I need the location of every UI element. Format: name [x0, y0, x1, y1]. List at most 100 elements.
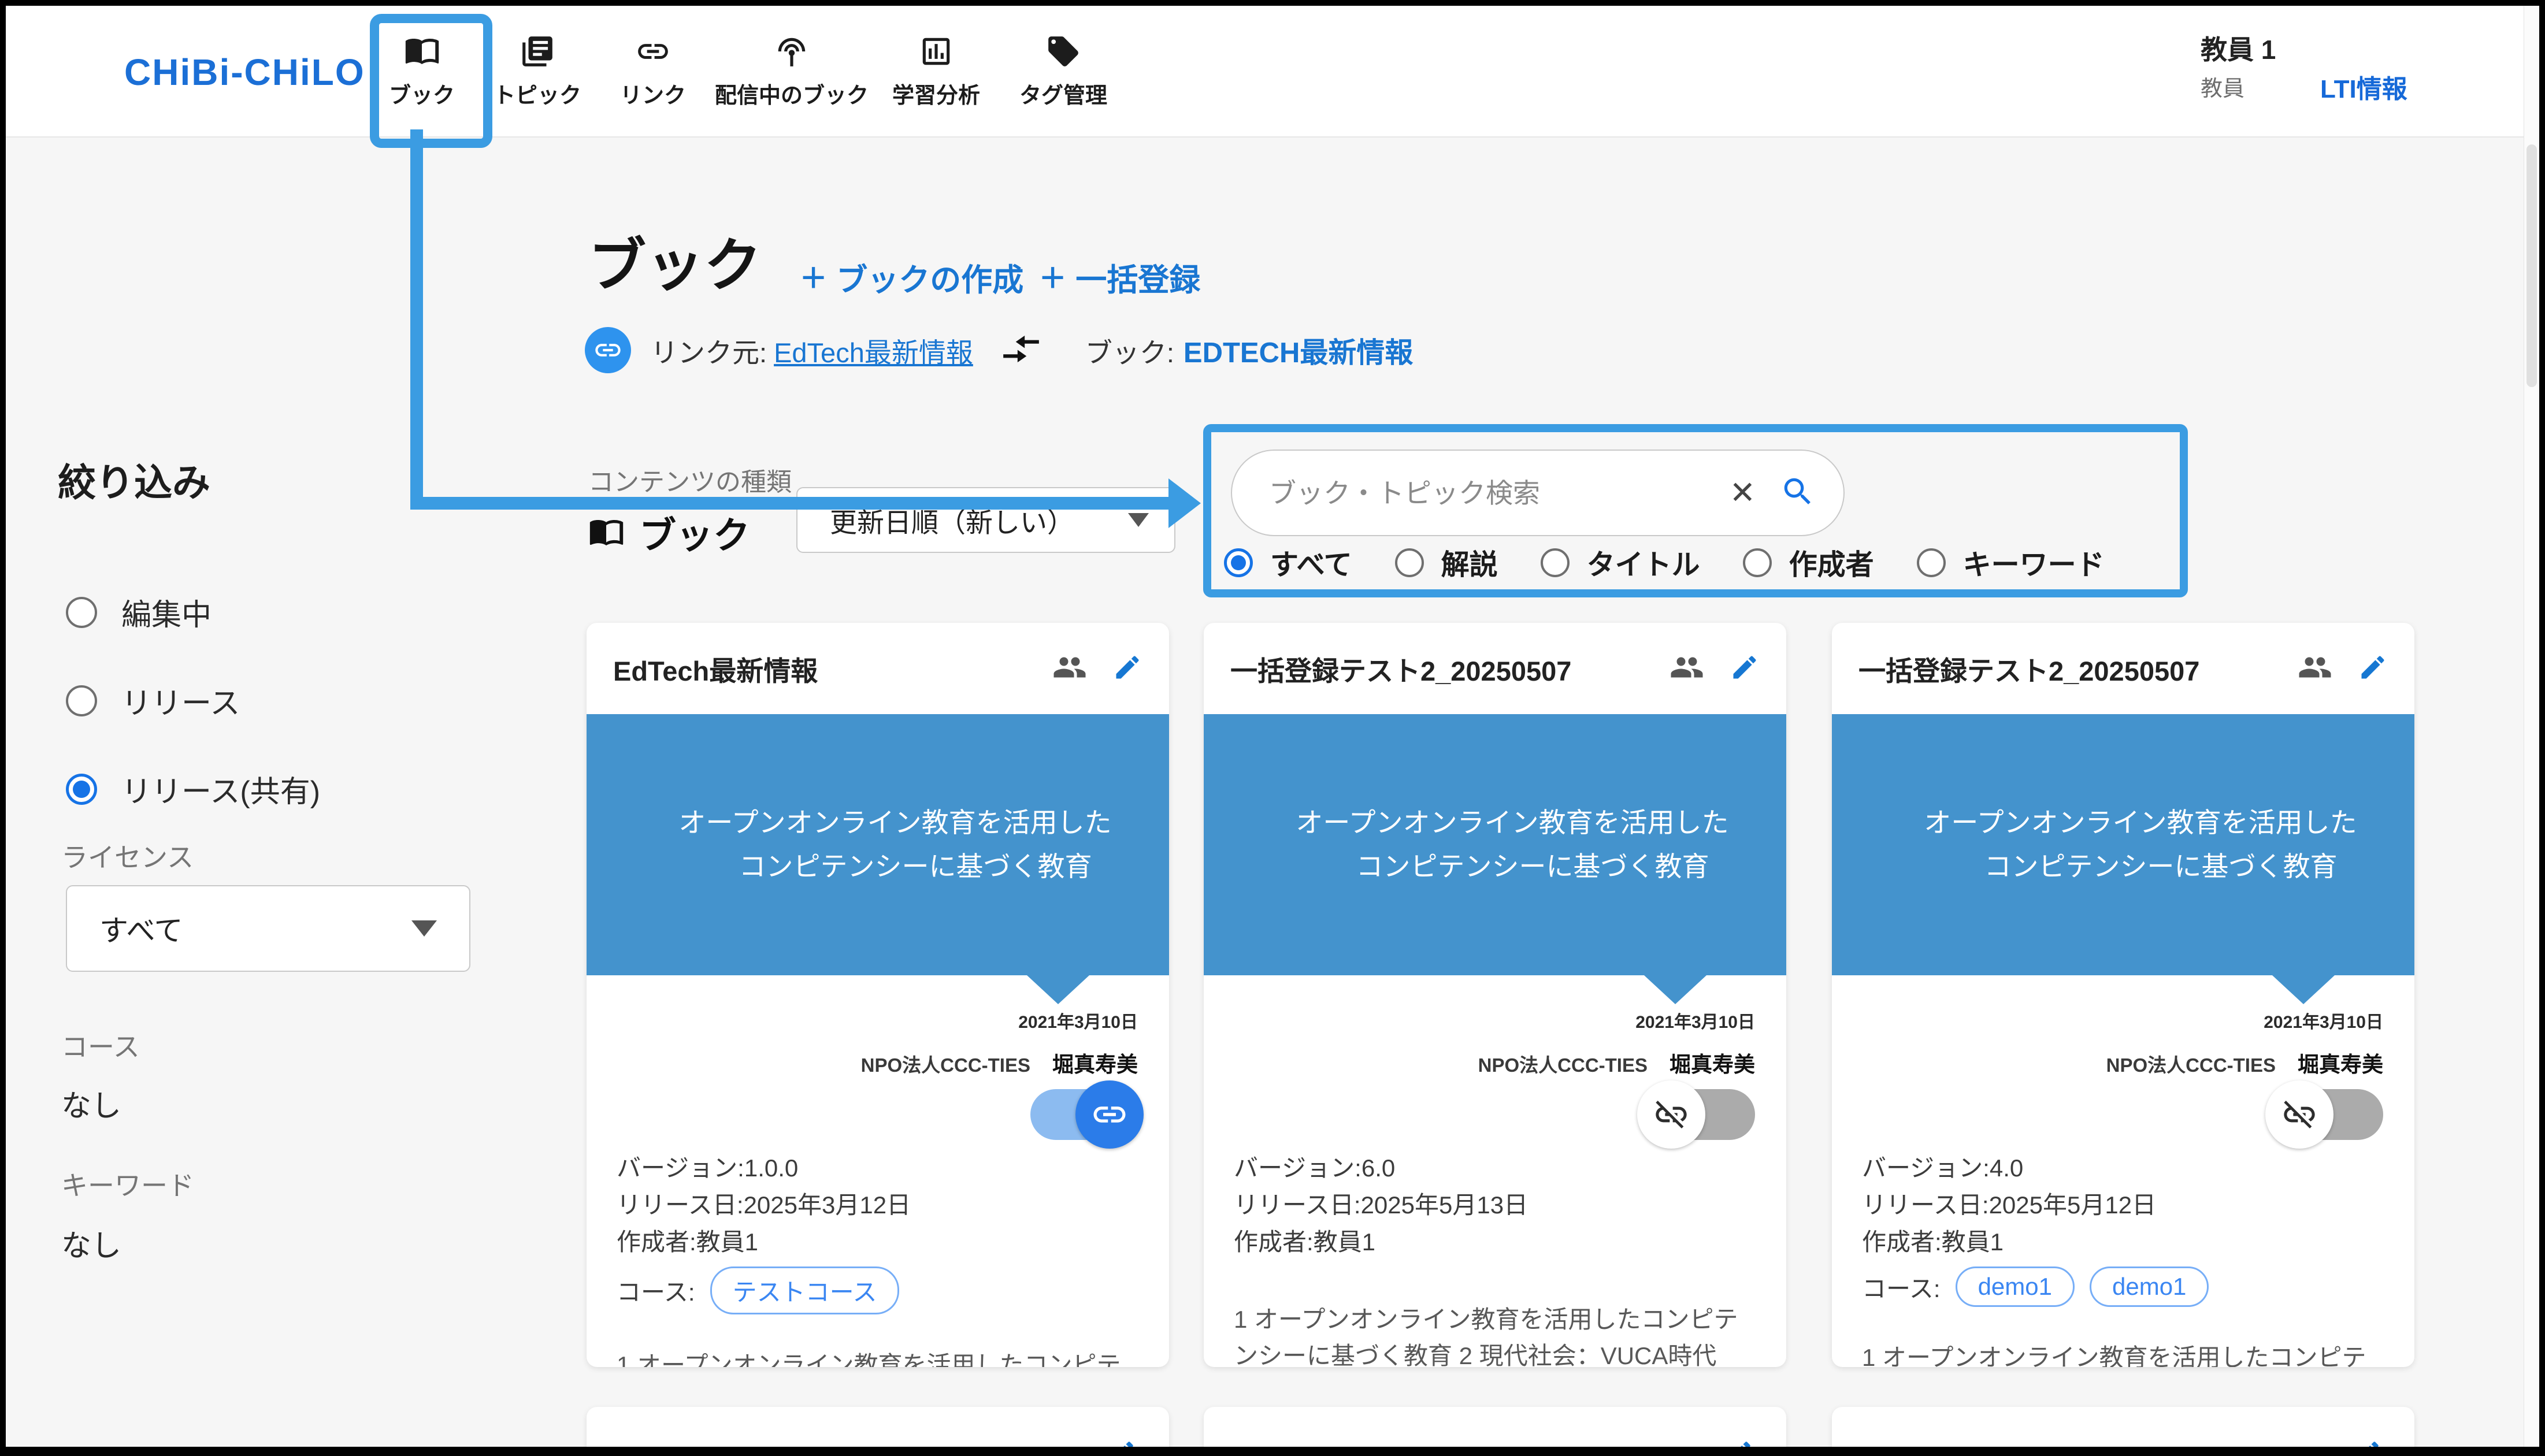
search-input[interactable] [1268, 477, 1730, 510]
nav-label-analytics: 学習分析 [892, 77, 980, 109]
release-row: リリース日:2025年5月13日 [1204, 1187, 1786, 1224]
course-chip[interactable]: demo1 [1956, 1266, 2075, 1307]
create-book-button[interactable]: + ブックの作成 [801, 254, 1023, 300]
card-date: 2021年3月10日 [1832, 1008, 2414, 1033]
status-option-release[interactable]: リリース [66, 679, 320, 722]
edit-pencil-icon[interactable] [1725, 1438, 1754, 1447]
search-icon[interactable] [1780, 474, 1816, 512]
card-title: 一括登録テスト2_20250507 [1230, 649, 1670, 689]
nav-label-tag-management: タグ管理 [1019, 77, 1107, 109]
link-toggle-off[interactable] [1648, 1080, 1761, 1149]
book-card[interactable]: 一括登録テスト2_20250507 オープンオンライン教育を活用した コンピテン… [1204, 623, 1786, 1367]
license-select[interactable]: すべて [66, 885, 470, 972]
card-thumbnail: オープンオンライン教育を活用した コンピテンシーに基づく教育 [1832, 714, 2414, 975]
link-toggle-on[interactable] [1030, 1080, 1144, 1149]
license-label: ライセンス [61, 837, 194, 875]
course-chip[interactable]: テストコース [710, 1266, 900, 1314]
annotation-arrowhead [1168, 478, 1201, 528]
nav-item-links[interactable]: リンク [595, 34, 711, 109]
link-toggle-off[interactable] [2276, 1080, 2389, 1149]
thumbnail-tail [1027, 975, 1089, 1004]
link-off-icon [1653, 1096, 1690, 1133]
swap-arrows-icon [1000, 328, 1043, 373]
scope-option-all[interactable]: すべて [1224, 542, 1352, 583]
plus-icon: + [801, 262, 826, 293]
status-filter-group: 編集中 リリース リリース(共有) [66, 590, 320, 811]
bulk-register-button[interactable]: + 一括登録 [1040, 254, 1200, 300]
creator-row: 作成者:教員1 [1204, 1224, 1786, 1261]
toggle-thumb [2265, 1080, 2333, 1149]
toggle-thumb [1637, 1080, 1705, 1149]
user-name: 教員 1 [2201, 29, 2276, 67]
edit-pencil-icon[interactable] [1730, 652, 1760, 685]
nav-item-topics[interactable]: トピック [480, 34, 595, 109]
status-option-release-shared[interactable]: リリース(共有) [66, 767, 320, 811]
broadcast-icon [774, 34, 810, 69]
lti-info-link[interactable]: LTI情報 [2320, 68, 2407, 105]
clear-search-icon[interactable]: ✕ [1730, 477, 1756, 508]
course-chip[interactable]: demo1 [2090, 1266, 2209, 1307]
scope-option-description[interactable]: 解説 [1395, 542, 1498, 583]
status-option-editing[interactable]: 編集中 [66, 590, 320, 634]
scope-option-creator[interactable]: 作成者 [1743, 542, 1874, 583]
thumbnail-tail [2272, 975, 2335, 1004]
radio-icon[interactable] [1743, 548, 1772, 577]
nav-label-published-books: 配信中のブック [715, 77, 869, 109]
card-authors: NPO法人CCC-TIES 堀真寿美 [1204, 1047, 1786, 1078]
link-source-label: リンク元: [651, 330, 767, 370]
filter-heading: 絞り込み [58, 452, 210, 507]
card-title: EdTech最新情報 [613, 649, 1052, 689]
book-card-partial[interactable] [587, 1407, 1169, 1447]
book-card[interactable]: EdTech最新情報 オープンオンライン教育を活用した コンピテンシーに基づく教… [587, 623, 1169, 1367]
link-badge [585, 327, 631, 373]
course-label: コース [61, 1026, 140, 1064]
link-icon [635, 34, 671, 69]
radio-icon[interactable] [66, 685, 97, 716]
scrollbar-track[interactable] [2524, 6, 2539, 1447]
create-book-label: ブックの作成 [836, 254, 1023, 300]
content-type-value: ブック [639, 506, 750, 559]
edit-pencil-icon[interactable] [2358, 652, 2388, 685]
edit-pencil-icon[interactable] [2353, 1438, 2382, 1447]
creator-row: 作成者:教員1 [1832, 1224, 2414, 1261]
link-off-icon [2281, 1096, 2318, 1133]
radio-icon[interactable] [66, 597, 97, 628]
link-source-link[interactable]: EdTech最新情報 [774, 330, 973, 370]
link-toggle-row [1832, 1080, 2414, 1150]
book-card-partial[interactable] [1204, 1407, 1786, 1447]
scrollbar-thumb[interactable] [2527, 144, 2537, 387]
release-row: リリース日:2025年3月12日 [587, 1187, 1169, 1224]
app-content: CHiBi-CHiLO ブック トピック リンク 配信中のブック [6, 6, 2539, 1447]
card-header: EdTech最新情報 [587, 623, 1169, 714]
scope-option-title[interactable]: タイトル [1541, 542, 1700, 583]
card-authors: NPO法人CCC-TIES 堀真寿美 [1832, 1047, 2414, 1078]
nav-item-tag-management[interactable]: タグ管理 [1000, 34, 1127, 109]
app-window: CHiBi-CHiLO ブック トピック リンク 配信中のブック [0, 0, 2545, 1456]
annotation-line-vertical [410, 129, 423, 510]
link-icon [593, 335, 623, 365]
nav-label-links: リンク [620, 77, 686, 109]
radio-icon[interactable] [1541, 548, 1570, 577]
version-row: バージョン:4.0 [1832, 1150, 2414, 1187]
book-card[interactable]: 一括登録テスト2_20250507 オープンオンライン教育を活用した コンピテン… [1832, 623, 2414, 1367]
book-card-partial[interactable] [1832, 1407, 2414, 1447]
edit-pencil-icon[interactable] [1108, 1438, 1137, 1447]
course-row: コース: テストコース [587, 1266, 1169, 1314]
version-row: バージョン:6.0 [1204, 1150, 1786, 1187]
edit-pencil-icon[interactable] [1112, 652, 1142, 685]
radio-icon-selected[interactable] [66, 774, 97, 805]
release-row: リリース日:2025年5月12日 [1832, 1187, 2414, 1224]
radio-icon[interactable] [1395, 548, 1424, 577]
nav-item-analytics[interactable]: 学習分析 [873, 34, 1000, 109]
content-type-row: ブック [588, 506, 750, 559]
radio-icon[interactable] [1917, 548, 1946, 577]
card-date: 2021年3月10日 [1204, 1008, 1786, 1033]
radio-icon-selected[interactable] [1224, 548, 1253, 577]
scope-option-keyword[interactable]: キーワード [1917, 542, 2105, 583]
nav-label-topics: トピック [494, 77, 581, 109]
people-icon [1670, 650, 1704, 688]
bulk-register-label: 一括登録 [1075, 254, 1200, 300]
card-title: 一括登録テスト2_20250507 [1858, 649, 2298, 689]
version-row: バージョン:1.0.0 [587, 1150, 1169, 1187]
nav-item-published-books[interactable]: 配信中のブック [711, 34, 873, 109]
